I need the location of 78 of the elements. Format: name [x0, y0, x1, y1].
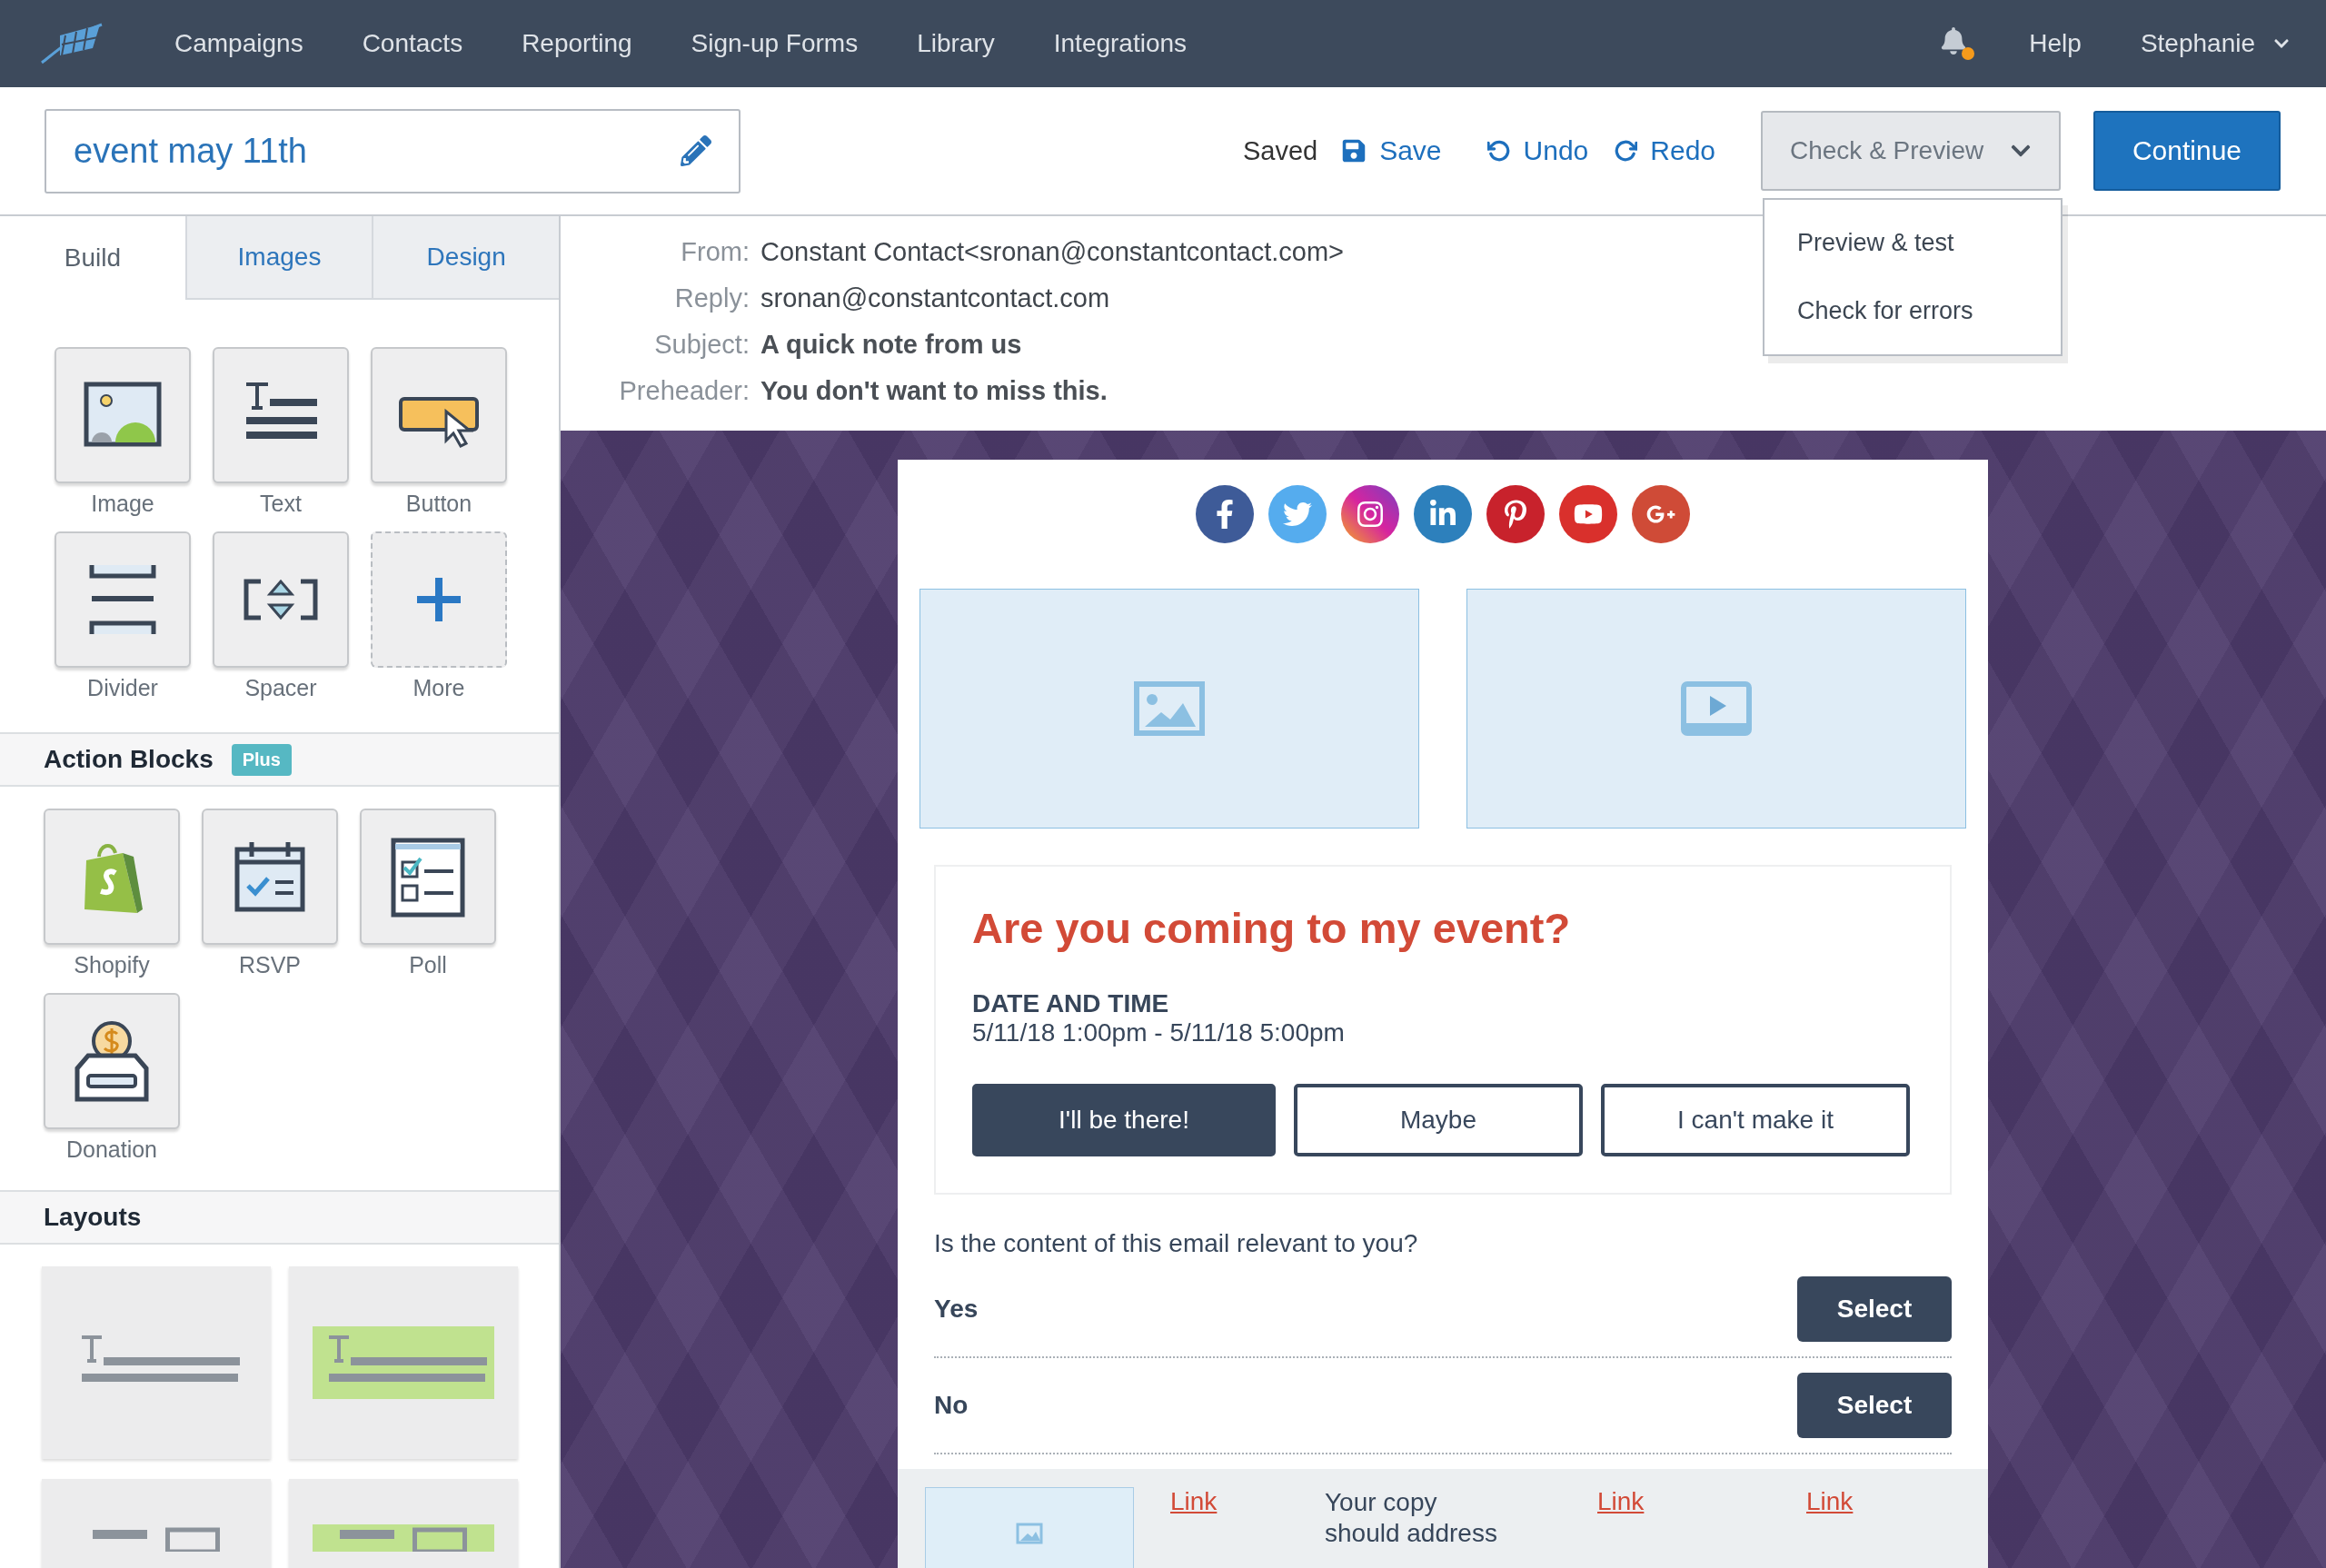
nav-link[interactable]: Contacts — [362, 29, 463, 58]
section-title: Layouts — [44, 1203, 142, 1232]
block-tile[interactable] — [44, 993, 180, 1129]
header-field-label: Reply: — [673, 283, 750, 313]
rsvp-button[interactable]: I can't make it — [1601, 1084, 1910, 1156]
nav-link[interactable]: Library — [917, 29, 995, 58]
block-label: Image — [91, 491, 154, 517]
select-button[interactable]: Select — [1797, 1276, 1952, 1342]
block-label: Button — [405, 491, 472, 517]
user-menu[interactable]: Stephanie — [2140, 29, 2290, 58]
layout-thumbnail-icon — [313, 1524, 494, 1552]
image-placeholder-icon — [1134, 681, 1205, 736]
menu-item[interactable]: Check for errors — [1764, 277, 2061, 345]
block-label: Donation — [65, 1136, 158, 1163]
header-field-value: Constant Contact<sronan@constantcontact.com> — [760, 237, 1345, 267]
header-field-label: Preheader: — [618, 376, 750, 406]
footer-link[interactable]: Link — [1561, 1487, 1645, 1515]
select-button[interactable]: Select — [1797, 1373, 1952, 1438]
rsvp-button[interactable]: I'll be there! — [972, 1084, 1276, 1156]
block-tile[interactable] — [371, 531, 507, 668]
poll-option: Yes — [934, 1295, 979, 1324]
plus-badge: Plus — [231, 743, 292, 776]
block-tile[interactable] — [360, 809, 496, 945]
block-tile[interactable] — [55, 347, 191, 483]
save-icon — [1341, 138, 1367, 164]
block-label: Text — [260, 491, 302, 517]
continue-button[interactable]: Continue — [2093, 111, 2281, 191]
save-button[interactable]: Save — [1341, 135, 1442, 166]
block-tile[interactable] — [371, 347, 507, 483]
layout-tile[interactable] — [42, 1266, 271, 1459]
nav-link[interactable]: Reporting — [522, 29, 632, 58]
footer-link[interactable]: Link — [1134, 1487, 1218, 1515]
block-tile[interactable] — [213, 531, 349, 668]
block-tile[interactable] — [55, 531, 191, 668]
block-label: Poll — [409, 952, 447, 978]
date-label: DATE AND TIME — [972, 989, 1170, 1018]
menu-item[interactable]: Preview & test — [1764, 209, 2061, 277]
pencil-icon[interactable] — [681, 135, 711, 166]
event-title: Are you coming to my event? — [972, 903, 1572, 953]
logo-icon[interactable] — [40, 23, 104, 65]
block-label: More — [413, 675, 465, 701]
layout-tile[interactable] — [289, 1266, 518, 1459]
footer-link[interactable]: Link — [1770, 1487, 1854, 1515]
campaign-title-field[interactable]: event may 11th — [45, 108, 741, 194]
block-tile[interactable] — [44, 809, 180, 945]
notification-bell-icon[interactable] — [1940, 27, 1975, 60]
nav-link[interactable]: Campaigns — [174, 29, 303, 58]
poll-option: No — [934, 1391, 969, 1420]
block-tile[interactable] — [202, 809, 338, 945]
header-field-label: Subject: — [653, 330, 750, 360]
header-field-value: You don't want to miss this. — [760, 376, 1108, 406]
sidebar-tab[interactable]: Design — [372, 216, 559, 300]
nav-link[interactable]: Integrations — [1053, 29, 1188, 58]
undo-button[interactable]: Undo — [1486, 135, 1589, 166]
block-label: Spacer — [244, 675, 317, 701]
header-field-value: sronan@constantcontact.com — [760, 283, 1110, 313]
block-tile[interactable] — [213, 347, 349, 483]
help-link[interactable]: Help — [2029, 29, 2082, 58]
block-label: RSVP — [238, 952, 302, 978]
undo-icon — [1486, 139, 1511, 163]
check-preview-dropdown[interactable]: Check & Preview — [1761, 111, 2061, 191]
sidebar-tab[interactable]: Images — [184, 216, 373, 300]
block-label: Divider — [87, 675, 158, 701]
video-placeholder-icon — [1681, 681, 1752, 736]
header-field-label: From: — [680, 237, 750, 267]
section-title: Action Blocks — [44, 745, 214, 774]
header-field-value: A quick note from us — [760, 330, 1022, 360]
poll-question: Is the content of this email relevant to you? — [934, 1229, 1419, 1258]
image-placeholder-icon — [1016, 1523, 1043, 1544]
redo-icon — [1614, 139, 1638, 163]
date-value: 5/11/18 1:00pm - 5/11/18 5:00pm — [972, 1018, 1346, 1047]
layout-thumbnail-icon — [313, 1326, 494, 1399]
nav-link[interactable]: Sign-up Forms — [691, 29, 859, 58]
rsvp-button[interactable]: Maybe — [1294, 1084, 1583, 1156]
footer-text: Your copy should address — [1325, 1487, 1498, 1549]
block-label: Shopify — [74, 952, 150, 978]
redo-button[interactable]: Redo — [1614, 135, 1715, 166]
saved-status: Saved — [1242, 135, 1318, 166]
